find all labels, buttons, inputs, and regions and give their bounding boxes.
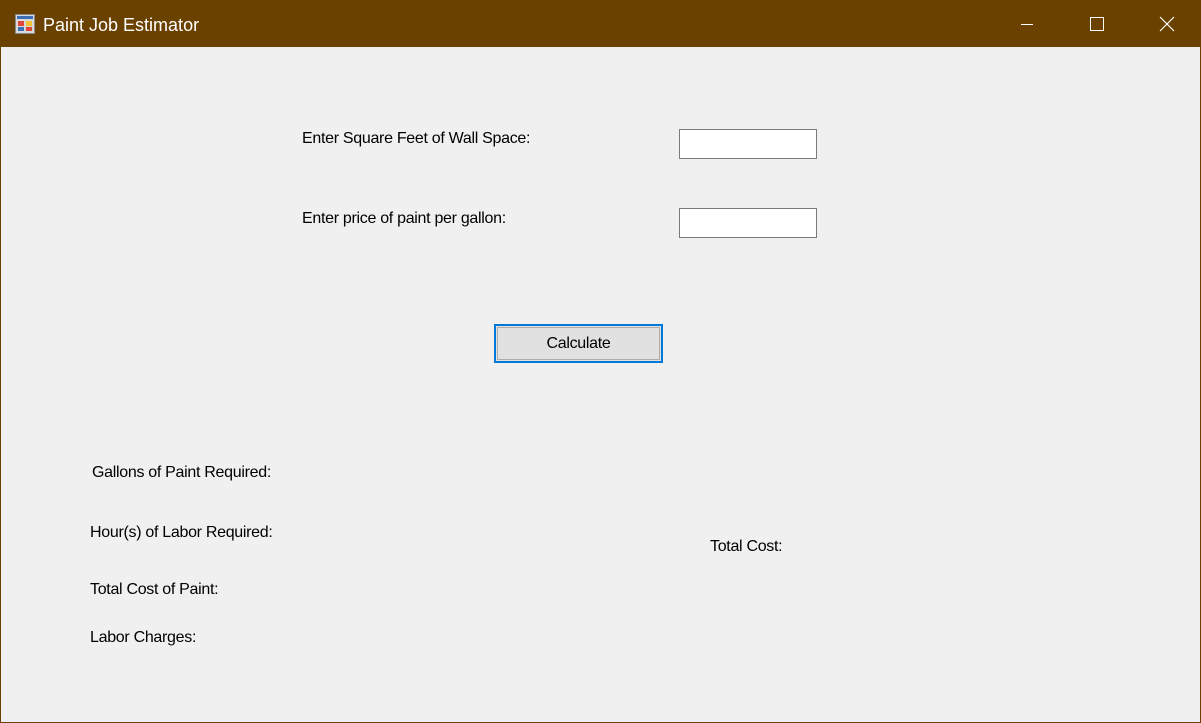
paint-cost-label: Total Cost of Paint: [90,581,219,598]
close-icon [1159,16,1175,32]
calculate-button[interactable]: Calculate [494,324,663,363]
calculate-button-label: Calculate [497,327,660,360]
total-cost-label: Total Cost: [710,538,783,555]
maximize-button[interactable] [1074,1,1120,47]
form-body: Enter Square Feet of Wall Space: Enter p… [1,47,1200,722]
price-label: Enter price of paint per gallon: [302,210,506,227]
sqft-input[interactable] [679,129,817,159]
app-icon [15,14,35,34]
gallons-required-label: Gallons of Paint Required: [92,464,271,481]
sqft-label: Enter Square Feet of Wall Space: [302,130,531,147]
maximize-icon [1090,17,1104,31]
close-button[interactable] [1144,1,1190,47]
labor-hours-label: Hour(s) of Labor Required: [90,524,273,541]
window-title: Paint Job Estimator [43,15,200,35]
title-bar[interactable]: Paint Job Estimator [1,1,1200,47]
labor-charges-label: Labor Charges: [90,629,197,646]
app-window: Paint Job Estimator Enter Square Feet of… [0,0,1201,723]
minimize-button[interactable] [1004,1,1050,47]
price-input[interactable] [679,208,817,238]
minimize-icon [1021,24,1033,25]
